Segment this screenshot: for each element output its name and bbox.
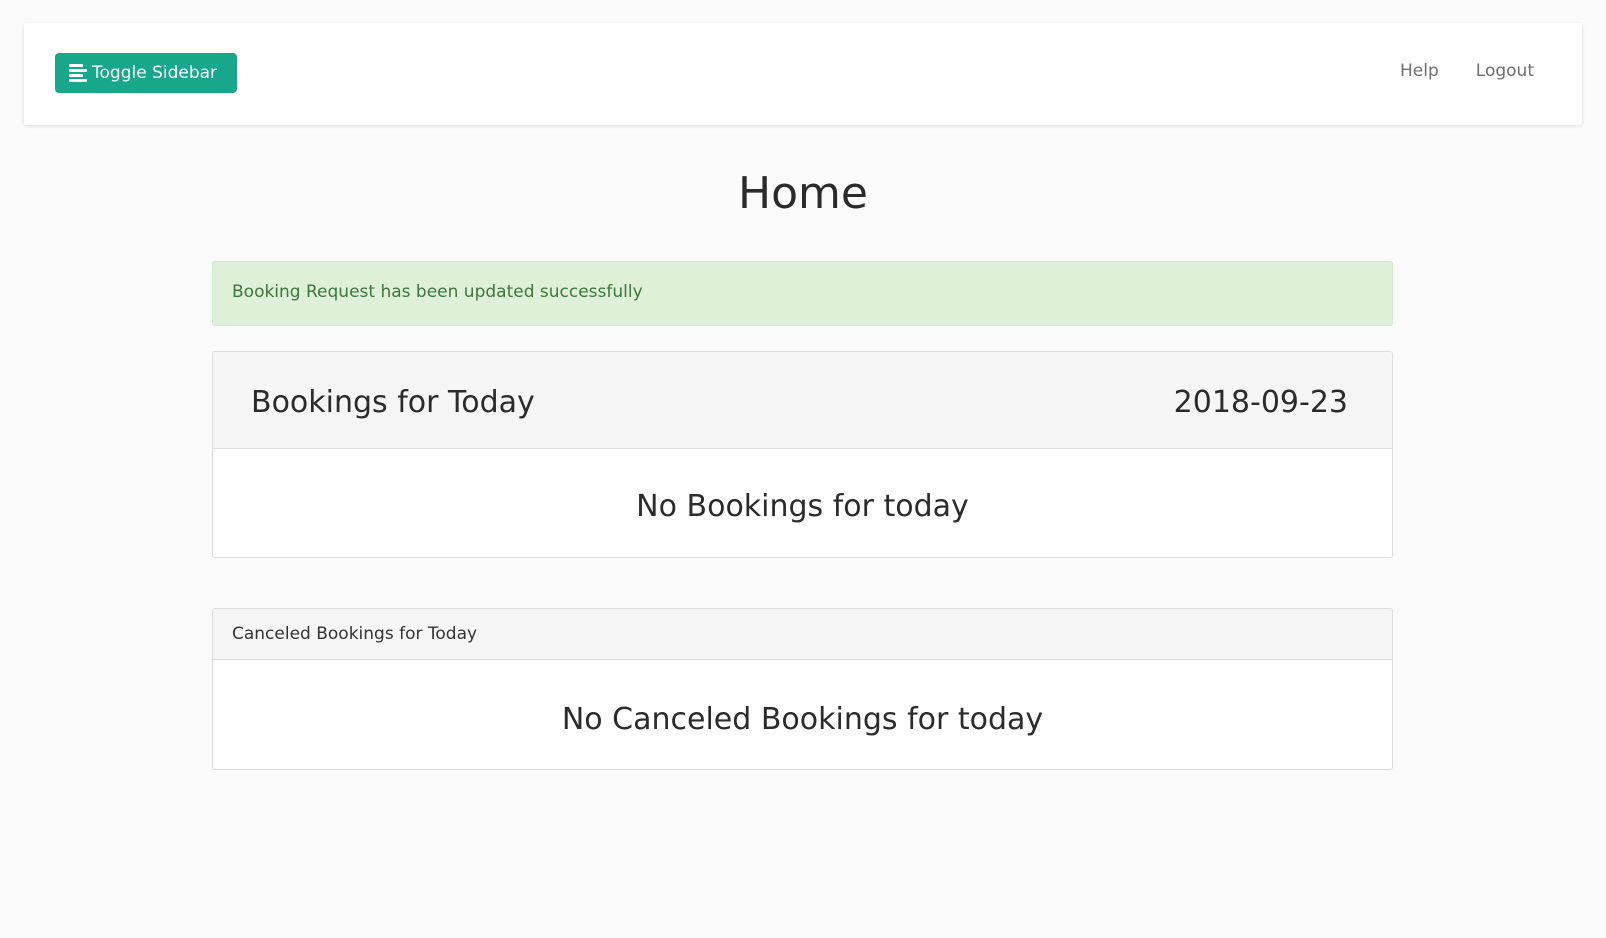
page-title: Home: [738, 168, 868, 219]
canceled-bookings-empty-message: No Canceled Bookings for today: [561, 702, 1044, 737]
canceled-bookings-panel: Canceled Bookings for Today No Canceled …: [212, 608, 1393, 770]
menu-align-left-icon: [69, 64, 87, 82]
bookings-today-date: 2018-09-23: [1173, 385, 1348, 420]
top-navbar: Toggle Sidebar Help Logout: [24, 23, 1582, 125]
bookings-today-empty-message: No Bookings for today: [636, 489, 969, 524]
help-link[interactable]: Help: [1400, 61, 1439, 81]
bookings-today-title: Bookings for Today: [251, 385, 535, 420]
toggle-sidebar-button[interactable]: Toggle Sidebar: [55, 53, 237, 93]
canceled-bookings-title: Canceled Bookings for Today: [232, 624, 478, 644]
nav-links: Help Logout: [1400, 61, 1534, 81]
toggle-sidebar-label: Toggle Sidebar: [92, 63, 218, 83]
logout-link[interactable]: Logout: [1476, 61, 1534, 81]
bookings-today-heading: Bookings for Today 2018-09-23: [213, 352, 1392, 449]
canceled-bookings-heading: Canceled Bookings for Today: [213, 609, 1392, 660]
success-alert: Booking Request has been updated success…: [212, 261, 1393, 326]
bookings-today-panel: Bookings for Today 2018-09-23 No Booking…: [212, 351, 1393, 558]
